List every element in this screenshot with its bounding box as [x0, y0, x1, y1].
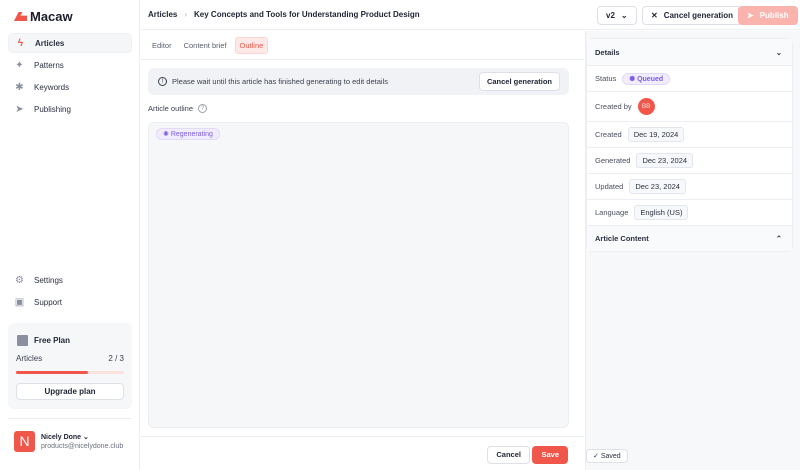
details-header[interactable]: Details ⌄	[587, 39, 792, 65]
sidebar: Macaw ϟ Articles ✦ Patterns ✱ Keywords ➤ Pub…	[0, 0, 140, 470]
breadcrumb-articles[interactable]: Articles	[148, 10, 177, 19]
version-select[interactable]: v2 ⌄	[597, 6, 637, 25]
generated-row: Generated Dec 23, 2024	[587, 147, 792, 173]
sidebar-item-support[interactable]: ▣ Support	[8, 292, 132, 312]
created-row: Created Dec 19, 2024	[587, 121, 792, 147]
notice-text: Please wait until this article has finis…	[172, 77, 388, 86]
plan-usage-label: Articles	[16, 354, 43, 363]
sidebar-item-settings[interactable]: ⚙ Settings	[8, 270, 132, 290]
sidebar-item-patterns[interactable]: ✦ Patterns	[8, 55, 132, 75]
send-icon: ➤	[15, 103, 24, 115]
article-content-header[interactable]: Article Content ⌃	[587, 225, 792, 251]
created-by-row: Created by BB	[587, 91, 792, 121]
status-value: Queued	[637, 75, 664, 83]
cancel-button[interactable]: Cancel	[487, 446, 530, 464]
nav-label: Support	[34, 297, 63, 307]
outline-editor[interactable]: ✺ Regenerating	[148, 122, 569, 428]
plan-progress-bar	[16, 371, 124, 374]
nav-label: Keywords	[34, 82, 70, 92]
user-name: Nicely Done	[41, 434, 82, 441]
chevron-up-icon: ⌃	[775, 234, 782, 243]
publish-button[interactable]: ➤ Publish	[738, 6, 798, 25]
status-badge: ✺ Queued	[622, 72, 671, 85]
footer: Cancel Save	[141, 436, 584, 470]
details-sidebar: Details ⌄ Status ✺ Queued Created by BB Cre…	[585, 31, 800, 470]
upgrade-plan-button[interactable]: Upgrade plan	[16, 383, 124, 400]
chevron-right-icon: ›	[184, 10, 188, 19]
close-icon: ✕	[651, 11, 658, 20]
user-email: products@nicelydone.club	[41, 443, 124, 450]
bolt-icon: ϟ	[17, 37, 24, 49]
language-label: Language	[595, 208, 629, 217]
nav-label: Patterns	[34, 60, 64, 70]
gear-icon: ⚙	[15, 274, 24, 286]
chevron-down-icon: ⌄	[775, 47, 782, 57]
created-by-label: Created by	[595, 102, 632, 111]
plan-icon	[17, 335, 28, 346]
outline-label: Article outline	[148, 104, 194, 113]
language-value: English (US)	[634, 205, 689, 220]
header: Articles › Key Concepts and Tools for Un…	[141, 0, 800, 30]
plan-usage-count: 2 / 3	[108, 354, 124, 363]
plan-card: Free Plan Articles 2 / 3 Upgrade plan	[8, 323, 132, 409]
details-panel: Details ⌄ Status ✺ Queued Created by BB Cre…	[586, 38, 793, 252]
generated-label: Generated	[595, 156, 631, 165]
creator-avatar: BB	[637, 98, 655, 115]
chevron-down-icon: ⌄	[620, 11, 628, 20]
chevron-down-icon: ⌄	[83, 434, 89, 441]
logo-icon	[14, 12, 27, 21]
publish-label: Publish	[759, 11, 789, 20]
saved-label: Saved	[600, 453, 621, 460]
sparkles-icon: ✦	[15, 59, 24, 71]
spinner-icon: ✺	[163, 131, 169, 138]
nav-label: Articles	[35, 38, 65, 48]
updated-date: Dec 23, 2024	[629, 179, 686, 194]
send-icon: ➤	[747, 11, 754, 20]
sidebar-item-keywords[interactable]: ✱ Keywords	[8, 77, 132, 97]
regenerating-badge: ✺ Regenerating	[156, 128, 220, 140]
breadcrumb: Articles › Key Concepts and Tools for Un…	[148, 10, 420, 19]
tab-content-brief[interactable]: Content brief	[180, 38, 231, 53]
support-icon: ▣	[14, 296, 25, 308]
saved-indicator: ✓ Saved	[586, 449, 628, 463]
tab-editor[interactable]: Editor	[148, 38, 176, 53]
plan-title: Free Plan	[34, 336, 71, 345]
breadcrumb-current: Key Concepts and Tools for Understanding…	[194, 10, 420, 19]
updated-label: Updated	[595, 182, 624, 191]
plan-progress-fill	[16, 371, 89, 374]
language-row: Language English (US)	[587, 199, 792, 225]
details-title: Details	[595, 47, 620, 57]
divider	[8, 418, 132, 419]
created-date: Dec 19, 2024	[627, 127, 685, 142]
user-menu[interactable]: N Nicely Done ⌄ products@nicelydone.club	[14, 431, 123, 452]
info-icon: !	[158, 77, 167, 86]
version-label: v2	[606, 11, 615, 20]
status-row: Status ✺ Queued	[587, 65, 792, 91]
asterisk-icon: ✱	[15, 81, 24, 93]
app-name: Macaw	[30, 9, 73, 24]
created-label: Created	[595, 130, 622, 139]
help-icon[interactable]: ?	[198, 104, 208, 113]
avatar: N	[14, 431, 35, 452]
status-label: Status	[595, 74, 617, 83]
generation-notice: ! Please wait until this article has fin…	[148, 68, 569, 95]
nav-label: Publishing	[34, 104, 71, 114]
logo[interactable]: Macaw	[14, 9, 73, 24]
article-content-title: Article Content	[595, 234, 649, 243]
check-icon: ✓	[593, 453, 599, 460]
notice-cancel-generation-button[interactable]: Cancel generation	[478, 72, 560, 91]
sidebar-item-publishing[interactable]: ➤ Publishing	[8, 99, 132, 119]
nav-label: Settings	[34, 275, 63, 285]
tab-outline[interactable]: Outline	[234, 36, 269, 54]
regenerating-label: Regenerating	[170, 131, 213, 138]
sidebar-item-articles[interactable]: ϟ Articles	[8, 33, 132, 53]
tabs: Editor Content brief Outline	[141, 31, 584, 60]
updated-row: Updated Dec 23, 2024	[587, 173, 792, 199]
cancel-generation-button[interactable]: ✕ Cancel generation	[642, 6, 743, 25]
generated-date: Dec 23, 2024	[636, 153, 694, 168]
save-button[interactable]: Save	[532, 446, 568, 464]
outline-label-row: Article outline?	[148, 104, 208, 113]
cancel-generation-label: Cancel generation	[663, 11, 734, 20]
